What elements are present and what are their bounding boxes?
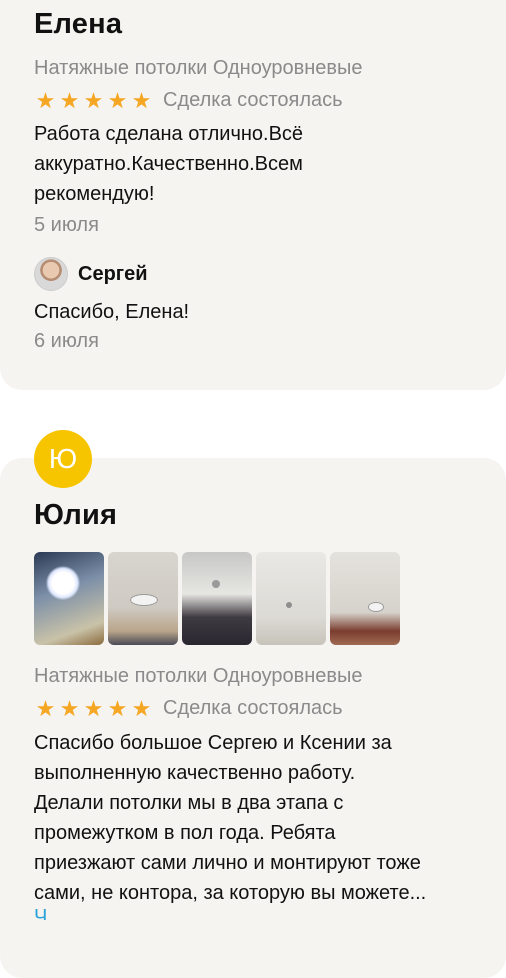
review-text-line: Делали потолки мы в два этапа с (34, 792, 344, 814)
review-text-line: аккуратно.Качественно.Всем (34, 153, 303, 175)
deal-status: Сделка состоялась (163, 697, 343, 719)
read-more-label[interactable]: Ч (34, 908, 54, 920)
star-rating: ★ ★ ★ ★ ★ (34, 87, 153, 113)
review-photos (34, 552, 400, 645)
review-text: Работа сделана отлично.Всё аккуратно.Кач… (34, 119, 484, 209)
star-icon: ★ (59, 87, 80, 113)
service-category: Натяжные потолки Одноуровневые (34, 57, 363, 79)
review-text-line: приезжают сами лично и монтируют тоже (34, 852, 421, 874)
review-date: 5 июля (34, 214, 99, 236)
review-text-line: Работа сделана отлично.Всё (34, 123, 304, 145)
star-icon: ★ (83, 695, 104, 721)
star-rating: ★ ★ ★ ★ ★ (34, 695, 153, 721)
avatar (34, 257, 68, 291)
rating-row: ★ ★ ★ ★ ★ Сделка состоялась (34, 697, 343, 720)
star-icon: ★ (131, 87, 152, 113)
reviewer-name: Юлия (34, 499, 118, 531)
star-icon: ★ (35, 87, 56, 113)
review-photo[interactable] (256, 552, 326, 645)
star-icon: ★ (107, 695, 128, 721)
reply-author: Сергей (78, 262, 148, 285)
read-more-link[interactable]: Ч (34, 908, 54, 920)
reply-header: Сергей (34, 257, 148, 291)
review-text: Спасибо большое Сергею и Ксении за выпол… (34, 728, 484, 908)
review-text-line: рекомендую! (34, 183, 155, 205)
star-icon: ★ (59, 695, 80, 721)
review-text-line: Спасибо большое Сергею и Ксении за (34, 732, 392, 754)
rating-row: ★ ★ ★ ★ ★ Сделка состоялась (34, 89, 343, 112)
review-photo[interactable] (330, 552, 400, 645)
review-photo[interactable] (34, 552, 104, 645)
avatar: Ю (34, 430, 92, 488)
star-icon: ★ (131, 695, 152, 721)
star-icon: ★ (35, 695, 56, 721)
service-category: Натяжные потолки Одноуровневые (34, 665, 363, 687)
reply-date: 6 июля (34, 330, 99, 352)
review-text-line: выполненную качественно работу. (34, 762, 356, 784)
review-text-line: сами, не контора, за которую вы можете..… (34, 882, 427, 904)
reply-text: Спасибо, Елена! (34, 301, 190, 323)
star-icon: ★ (83, 87, 104, 113)
review-photo[interactable] (182, 552, 252, 645)
review-photo[interactable] (108, 552, 178, 645)
review-text-line: промежутком в пол года. Ребята (34, 822, 336, 844)
deal-status: Сделка состоялась (163, 89, 343, 111)
star-icon: ★ (107, 87, 128, 113)
reviewer-name: Елена (34, 8, 123, 40)
